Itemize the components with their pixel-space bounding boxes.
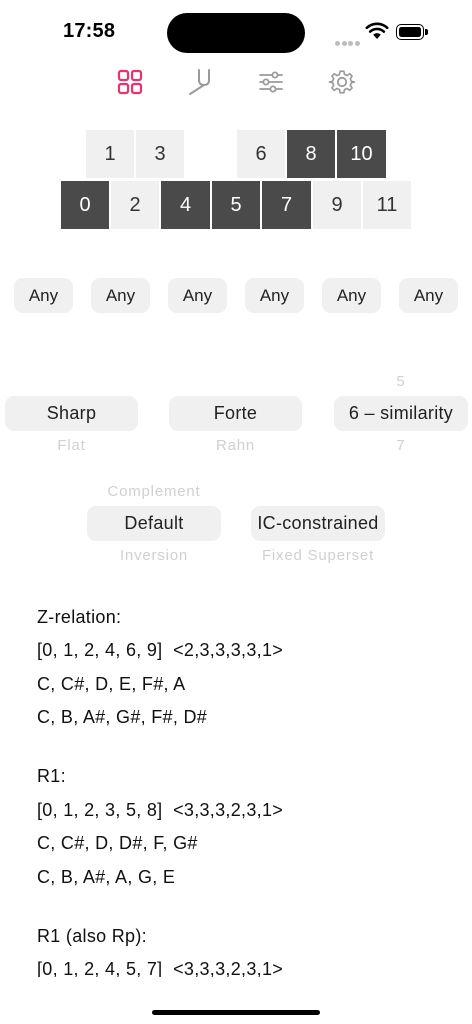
similarity-picker-below[interactable]: 7 — [334, 437, 468, 454]
tab-settings[interactable] — [324, 64, 360, 100]
wifi-icon — [365, 22, 389, 39]
spelling-picker-selected[interactable]: Sharp — [5, 396, 138, 431]
result-spelling: C, C#, D, D#, F, G# — [37, 833, 198, 853]
tab-grid[interactable] — [112, 64, 148, 100]
gear-icon — [328, 70, 356, 94]
any-button-2[interactable]: Any — [91, 278, 150, 313]
pitch-key-5[interactable]: 5 — [212, 181, 260, 229]
pitch-key-8[interactable]: 8 — [287, 130, 335, 178]
pitch-key-10[interactable]: 10 — [337, 130, 386, 178]
tab-filters[interactable] — [253, 64, 289, 100]
pitch-key-11[interactable]: 11 — [363, 181, 411, 229]
pitch-key-2[interactable]: 2 — [111, 181, 159, 229]
any-button-5[interactable]: Any — [322, 278, 381, 313]
result-heading: Z-relation: — [37, 607, 122, 627]
result-heading: R1: — [37, 766, 66, 786]
dynamic-island — [167, 13, 305, 53]
result-spelling: C, C#, D, E, F#, A — [37, 674, 186, 694]
mode-picker-above[interactable]: Complement — [87, 483, 221, 500]
battery-icon — [396, 24, 428, 40]
result-spelling: C, B, A#, G#, F#, D# — [37, 707, 208, 727]
cellular-signal-icon — [335, 33, 361, 51]
normal-form-picker-selected[interactable]: Forte — [169, 396, 302, 431]
any-button-4[interactable]: Any — [245, 278, 304, 313]
any-button-6[interactable]: Any — [399, 278, 458, 313]
pitch-key-1[interactable]: 1 — [86, 130, 134, 178]
constraint-picker-below[interactable]: Fixed Superset — [251, 547, 385, 564]
pitch-key-3[interactable]: 3 — [136, 130, 184, 178]
any-button-3[interactable]: Any — [168, 278, 227, 313]
tab-tuning[interactable] — [182, 64, 218, 100]
result-heading: R1 (also Rp): — [37, 926, 147, 946]
result-set: [0, 1, 2, 4, 6, 9] <2,3,3,3,3,1> — [37, 640, 284, 660]
tuning-fork-icon — [189, 69, 210, 95]
pitch-key-4[interactable]: 4 — [161, 181, 210, 229]
sliders-icon — [259, 71, 283, 93]
similarity-picker-above[interactable]: 5 — [334, 373, 468, 390]
result-set: [0, 1, 2, 3, 5, 8] <3,3,3,2,3,1> — [37, 800, 284, 820]
pitch-key-7[interactable]: 7 — [262, 181, 311, 229]
status-time: 17:58 — [63, 20, 116, 42]
similarity-picker-selected[interactable]: 6 – similarity — [334, 396, 468, 431]
mode-picker-selected[interactable]: Default — [87, 506, 221, 541]
normal-form-picker-below[interactable]: Rahn — [169, 437, 302, 454]
pitch-key-9[interactable]: 9 — [313, 181, 361, 229]
pitch-key-6[interactable]: 6 — [237, 130, 285, 178]
result-set: [0, 1, 2, 4, 5, 7] <3,3,3,2,3,1> — [37, 959, 284, 977]
constraint-picker-selected[interactable]: IC-constrained — [251, 506, 385, 541]
grid-icon — [117, 69, 143, 95]
spelling-picker-below[interactable]: Flat — [5, 437, 138, 454]
mode-picker-below[interactable]: Inversion — [87, 547, 221, 564]
any-button-1[interactable]: Any — [14, 278, 73, 313]
result-spelling: C, B, A#, A, G, E — [37, 867, 176, 887]
pitch-key-0[interactable]: 0 — [61, 181, 109, 229]
home-indicator — [152, 1010, 320, 1015]
